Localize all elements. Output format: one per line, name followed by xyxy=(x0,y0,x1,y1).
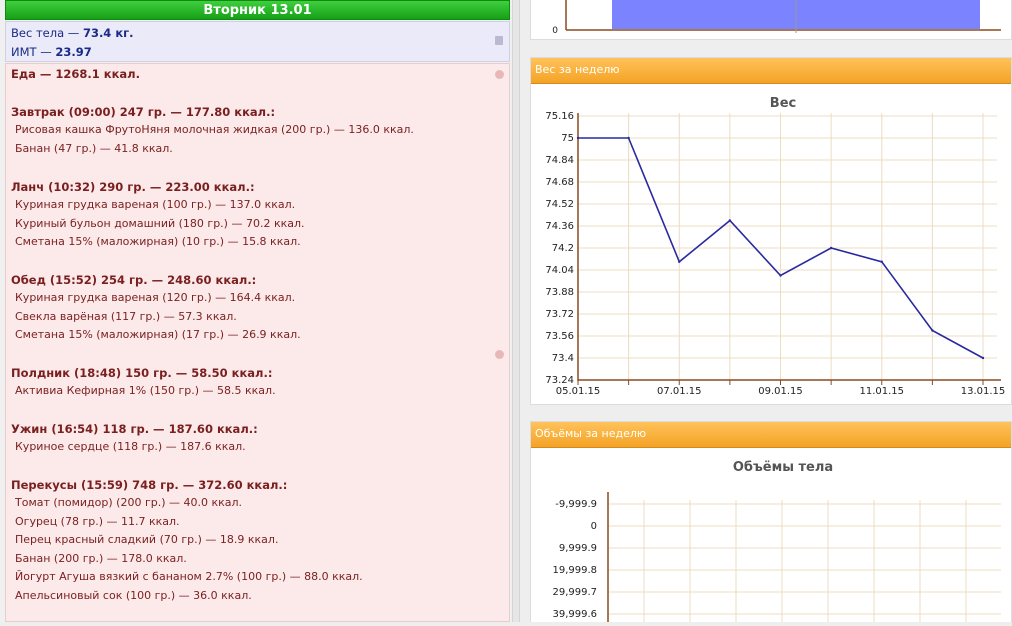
bmi-value: 23.97 xyxy=(55,45,92,59)
column-splitter[interactable] xyxy=(512,0,520,622)
weight-y-tick-label: 74.52 xyxy=(545,199,574,210)
food-item[interactable]: Банан (200 гр.) — 178.0 ккал. xyxy=(11,550,363,569)
volume-y-tick-label: 29,999.7 xyxy=(552,587,597,598)
bmi-label: ИМТ — xyxy=(11,45,56,59)
meal-snacks: Перекусы (15:59) 748 гр. — 372.60 ккал.:… xyxy=(11,476,363,606)
meal-supper: Ужин (16:54) 118 гр. — 187.60 ккал.: Кур… xyxy=(11,420,258,457)
volume-chart: Объёмы тела -9,999.9 0 9,999.9 19,999.8 29,9… xyxy=(552,460,1012,622)
weight-y-tick-label: 74.04 xyxy=(545,265,574,276)
volume-y-tick-label: 19,999.8 xyxy=(552,565,597,576)
meal-snack: Полдник (18:48) 150 гр. — 58.50 ккал.: А… xyxy=(11,364,276,401)
meal-title[interactable]: Завтрак (09:00) 247 гр. — 177.80 ккал.: xyxy=(11,103,414,121)
weight-x-tick-label: 13.01.15 xyxy=(961,386,1006,397)
food-item[interactable]: Йогурт Агуша вязкий с бананом 2.7% (100 … xyxy=(11,568,363,587)
weight-data-point xyxy=(931,329,934,332)
food-item[interactable]: Сметана 15% (маложирная) (10 гр.) — 15.8… xyxy=(11,233,305,252)
weight-data-point xyxy=(880,260,883,263)
food-item[interactable]: Куриная грудка вареная (120 гр.) — 164.4… xyxy=(11,289,301,308)
edit-weight-icon[interactable] xyxy=(495,36,503,45)
top-chart-zero-label: 0 xyxy=(552,26,558,36)
weight-y-tick-label: 74.68 xyxy=(545,177,574,188)
weight-data-point xyxy=(779,274,782,277)
food-item[interactable]: Апельсиновый сок (100 гр.) — 36.0 ккал. xyxy=(11,587,363,606)
body-stats-box: Вес тела — 73.4 кг. ИМТ — 23.97 xyxy=(5,21,510,62)
food-item[interactable]: Свекла варёная (117 гр.) — 57.3 ккал. xyxy=(11,308,301,327)
food-box: Еда — 1268.1 ккал. Завтрак (09:00) 247 г… xyxy=(5,63,510,622)
day-column: Вторник 13.01 Вес тела — 73.4 кг. ИМТ — … xyxy=(0,0,520,622)
meal-breakfast: Завтрак (09:00) 247 гр. — 177.80 ккал.: … xyxy=(11,103,414,158)
bmi-line: ИМТ — 23.97 xyxy=(11,45,92,59)
food-item[interactable]: Куриный бульон домашний (180 гр.) — 70.2… xyxy=(11,215,305,234)
weight-data-point xyxy=(981,356,985,360)
day-header[interactable]: Вторник 13.01 xyxy=(5,0,510,20)
food-item[interactable]: Огурец (78 гр.) — 11.7 ккал. xyxy=(11,513,363,532)
food-item[interactable]: Куриное сердце (118 гр.) — 187.6 ккал. xyxy=(11,438,258,457)
volume-panel-header[interactable]: Объёмы за неделю xyxy=(531,422,1011,448)
weight-y-tick-label: 74.84 xyxy=(545,155,574,166)
weight-x-tick-label: 11.01.15 xyxy=(859,386,904,397)
meal-title[interactable]: Перекусы (15:59) 748 гр. — 372.60 ккал.: xyxy=(11,476,363,494)
weight-panel: Вес за неделю Вес 75.16 75 74.84 74.68 74.52… xyxy=(530,57,1012,405)
weight-y-tick-label: 73.56 xyxy=(545,331,574,342)
weight-y-tick-label: 75.16 xyxy=(545,111,574,122)
volume-y-tick-label: 39,999.6 xyxy=(552,609,597,620)
weight-data-point xyxy=(678,260,681,263)
food-item[interactable]: Рисовая кашка ФрутоНяня молочная жидкая … xyxy=(11,121,414,140)
volume-panel: Объёмы за неделю Объёмы тела -9,999.9 0 9,… xyxy=(530,421,1012,622)
food-total-line: Еда — 1268.1 ккал. xyxy=(11,67,140,81)
weight-data-point xyxy=(576,136,580,140)
volume-y-tick-label: 0 xyxy=(591,521,597,532)
weight-chart-title: Вес xyxy=(770,96,796,111)
weight-x-tick-label: 05.01.15 xyxy=(556,386,601,397)
weight-y-tick-label: 73.72 xyxy=(545,309,574,320)
food-total-label: Еда — xyxy=(11,67,56,81)
meal-title[interactable]: Полдник (18:48) 150 гр. — 58.50 ккал.: xyxy=(11,364,276,382)
weight-y-tick-label: 73.4 xyxy=(552,353,574,364)
food-item[interactable]: Перец красный сладкий (70 гр.) — 18.9 кк… xyxy=(11,531,363,550)
weight-y-tick-label: 73.24 xyxy=(545,375,574,386)
body-weight-label: Вес тела — xyxy=(11,26,83,40)
food-item[interactable]: Куриная грудка вареная (100 гр.) — 137.0… xyxy=(11,196,305,215)
meal-lunch: Ланч (10:32) 290 гр. — 223.00 ккал.: Кур… xyxy=(11,178,305,252)
top-chart: 0 xyxy=(552,0,1001,36)
add-meal-icon[interactable] xyxy=(495,350,504,359)
weight-panel-header[interactable]: Вес за неделю xyxy=(531,58,1011,84)
food-item[interactable]: Активиа Кефирная 1% (150 гр.) — 58.5 кка… xyxy=(11,382,276,401)
body-weight-line: Вес тела — 73.4 кг. xyxy=(11,26,134,40)
volume-y-tick-label: -9,999.9 xyxy=(555,499,597,510)
food-total-value: 1268.1 ккал. xyxy=(55,67,140,81)
meal-dinner: Обед (15:52) 254 гр. — 248.60 ккал.: Кур… xyxy=(11,271,301,345)
food-item[interactable]: Банан (47 гр.) — 41.8 ккал. xyxy=(11,140,414,159)
weight-chart: Вес 75.16 75 74.84 74.68 74.52 74.36 74.2 74.04… xyxy=(545,96,1006,397)
meal-title[interactable]: Ланч (10:32) 290 гр. — 223.00 ккал.: xyxy=(11,178,305,196)
weight-y-tick-label: 74.2 xyxy=(552,243,574,254)
top-chart-panel: 0 xyxy=(530,0,1012,40)
meal-title[interactable]: Ужин (16:54) 118 гр. — 187.60 ккал.: xyxy=(11,420,258,438)
weight-x-tick-label: 07.01.15 xyxy=(657,386,702,397)
weight-data-point xyxy=(627,136,630,140)
weight-data-point xyxy=(829,246,833,250)
food-item[interactable]: Сметана 15% (маложирная) (17 гр.) — 26.9… xyxy=(11,326,301,345)
charts-column: 0 Вес за неделю Вес 75.16 75 74.84 74.68 74.… xyxy=(520,0,1012,622)
meal-title[interactable]: Обед (15:52) 254 гр. — 248.60 ккал.: xyxy=(11,271,301,289)
weight-y-tick-label: 73.88 xyxy=(545,287,574,298)
volume-chart-title: Объёмы тела xyxy=(733,460,833,475)
body-weight-value: 73.4 кг. xyxy=(82,26,134,40)
weight-data-point xyxy=(728,219,732,222)
weight-y-tick-label: 74.36 xyxy=(545,221,574,232)
weight-y-tick-label: 75 xyxy=(561,133,574,144)
food-item[interactable]: Томат (помидор) (200 гр.) — 40.0 ккал. xyxy=(11,494,363,513)
add-food-icon[interactable] xyxy=(495,70,504,79)
volume-y-tick-label: 9,999.9 xyxy=(559,543,597,554)
weight-x-tick-label: 09.01.15 xyxy=(758,386,803,397)
